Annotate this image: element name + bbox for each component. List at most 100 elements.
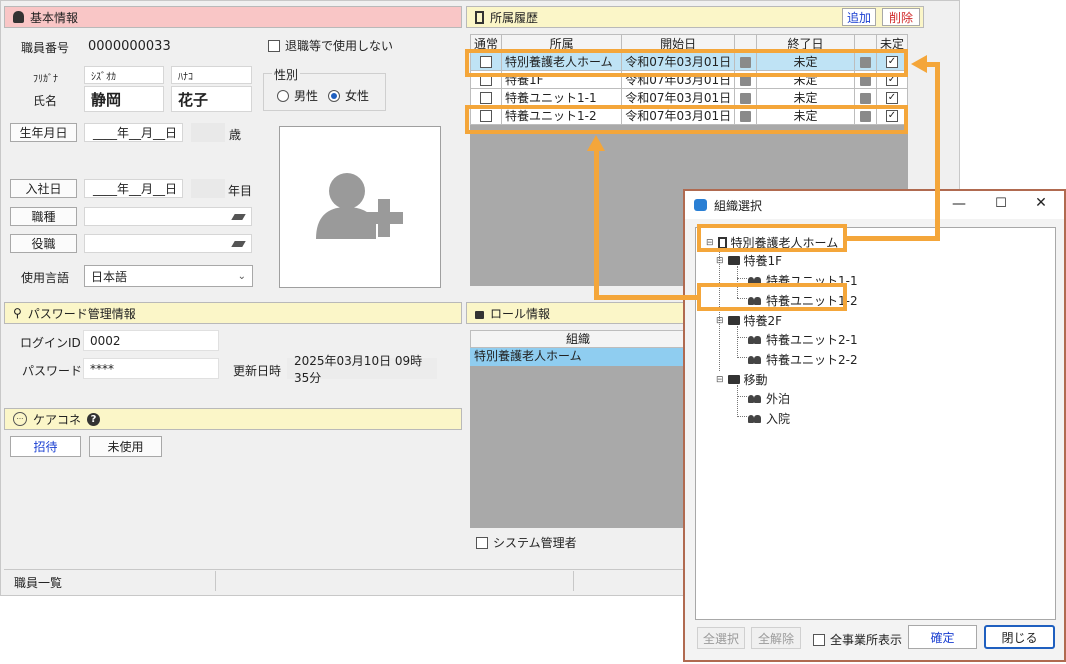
folder-icon: [727, 256, 740, 265]
row-end[interactable]: 未定: [755, 88, 856, 107]
table-row[interactable]: 特養ユニット1-1 令和07年03月01日 未定 ✓: [469, 88, 909, 107]
row-checkbox[interactable]: [469, 88, 503, 107]
group-icon: [748, 335, 762, 345]
photo-placeholder[interactable]: [279, 126, 441, 288]
eraser-icon[interactable]: [231, 240, 246, 247]
password-input[interactable]: ****: [83, 358, 219, 379]
years-unit: 年目: [228, 184, 253, 198]
female-radio[interactable]: 女性: [328, 87, 369, 104]
status-divider: [215, 571, 216, 591]
system-admin-checkbox[interactable]: システム管理者: [476, 534, 577, 551]
careconne-header: ··· ケアコネ ?: [4, 408, 462, 430]
tree-line: [737, 337, 747, 338]
careconne-title: ケアコネ: [33, 412, 82, 427]
female-radio-dot[interactable]: [328, 89, 340, 102]
basic-info-header: 基本情報: [4, 6, 462, 28]
tree-node-f2[interactable]: ⊟ 特養2F: [716, 312, 782, 329]
close-icon[interactable]: ✕: [1031, 195, 1051, 213]
birthdate-button[interactable]: 生年月日: [10, 123, 77, 142]
hire-date-input[interactable]: ____年__月__日: [84, 179, 183, 198]
retired-checkbox-box[interactable]: [268, 39, 280, 52]
tree-node-u22[interactable]: 特養ユニット2-2: [748, 351, 858, 368]
eraser-icon[interactable]: [231, 213, 246, 220]
tree-line: [737, 326, 738, 358]
role-column-header: 組織: [470, 330, 686, 348]
tree-line: [737, 396, 747, 397]
position-input[interactable]: [84, 234, 252, 253]
highlight-row-1: [465, 49, 908, 77]
tree-node-label: 移動: [743, 373, 768, 387]
furigana-first-input[interactable]: ﾊﾅｺ: [171, 66, 252, 84]
system-admin-label: システム管理者: [493, 536, 577, 550]
close-button[interactable]: 閉じる: [984, 625, 1055, 649]
folder-icon: [727, 375, 740, 384]
row-start[interactable]: 令和07年03月01日: [621, 88, 736, 107]
arrow-line: [594, 295, 698, 300]
language-label: 使用言語: [21, 271, 70, 285]
status-divider: [573, 571, 574, 591]
male-label: 男性: [294, 89, 319, 103]
tree-line: [737, 278, 747, 279]
add-button[interactable]: 追加: [842, 8, 876, 26]
job-type-input[interactable]: [84, 207, 252, 226]
birthdate-input[interactable]: ____年__月__日: [84, 123, 183, 142]
tree-node-out[interactable]: 外泊: [748, 390, 790, 407]
staff-no-label: 職員番号: [21, 41, 70, 55]
login-id-input[interactable]: 0002: [83, 330, 219, 351]
group-icon: [748, 394, 762, 404]
years-field: [191, 179, 225, 198]
group-icon: [748, 355, 762, 365]
confirm-button[interactable]: 確定: [908, 625, 977, 649]
arrow-head-icon: [911, 55, 927, 73]
unused-button[interactable]: 未使用: [89, 436, 162, 457]
retired-checkbox[interactable]: 退職等で使用しない: [268, 37, 393, 54]
building-icon: [475, 10, 484, 24]
last-name-input[interactable]: 静岡: [84, 86, 164, 112]
row-affiliation: 特養ユニット1-1: [501, 88, 623, 107]
tree-node-hosp[interactable]: 入院: [748, 410, 790, 427]
person-icon: [13, 11, 24, 23]
minimize-icon[interactable]: —: [949, 196, 969, 214]
tree-line: [737, 385, 738, 417]
male-radio[interactable]: 男性: [277, 87, 318, 104]
careconne-logo-icon: ···: [13, 412, 27, 426]
position-button[interactable]: 役職: [10, 234, 77, 253]
job-type-button[interactable]: 職種: [10, 207, 77, 226]
male-radio-dot[interactable]: [277, 89, 289, 102]
show-all-box[interactable]: [813, 633, 825, 646]
furigana-label: ﾌﾘｶﾞﾅ: [33, 74, 58, 85]
affiliation-title: 所属履歴: [490, 10, 539, 25]
calendar-icon[interactable]: [854, 88, 877, 107]
calendar-icon[interactable]: [734, 88, 757, 107]
folder-icon: [727, 316, 740, 325]
tree-node-u21[interactable]: 特養ユニット2-1: [748, 331, 858, 348]
delete-button[interactable]: 削除: [882, 8, 920, 26]
age-unit: 歳: [229, 128, 242, 142]
tree-node-move[interactable]: ⊟ 移動: [716, 371, 768, 388]
show-all-checkbox[interactable]: 全事業所表示: [813, 631, 902, 648]
arrow-line: [594, 145, 599, 300]
undecided-checkbox[interactable]: ✓: [875, 88, 909, 107]
maximize-icon[interactable]: ☐: [991, 196, 1011, 214]
arrow-line: [927, 62, 940, 67]
key-icon: ⚲: [13, 306, 22, 320]
deselect-all-button[interactable]: 全解除: [751, 627, 801, 649]
language-select[interactable]: 日本語 ⌄: [84, 265, 253, 287]
name-label: 氏名: [33, 94, 58, 108]
role-row[interactable]: 特別養護老人ホーム: [470, 348, 686, 366]
tree-node-f1[interactable]: ⊟ 特養1F: [716, 252, 782, 269]
tree-node-label: 外泊: [766, 392, 791, 406]
first-name-input[interactable]: 花子: [171, 86, 252, 112]
select-all-button[interactable]: 全選択: [697, 627, 745, 649]
highlight-row-4: [465, 105, 908, 134]
help-icon[interactable]: ?: [87, 412, 101, 426]
tree-line: [737, 416, 747, 417]
female-label: 女性: [345, 89, 370, 103]
hire-date-button[interactable]: 入社日: [10, 179, 77, 198]
invite-button[interactable]: 招待: [10, 436, 81, 457]
cloud-app-icon: [694, 199, 707, 211]
furigana-last-input[interactable]: ｼｽﾞｵｶ: [84, 66, 164, 84]
updated-label: 更新日時: [233, 364, 282, 378]
system-admin-box[interactable]: [476, 536, 488, 549]
add-user-icon: [316, 173, 403, 239]
